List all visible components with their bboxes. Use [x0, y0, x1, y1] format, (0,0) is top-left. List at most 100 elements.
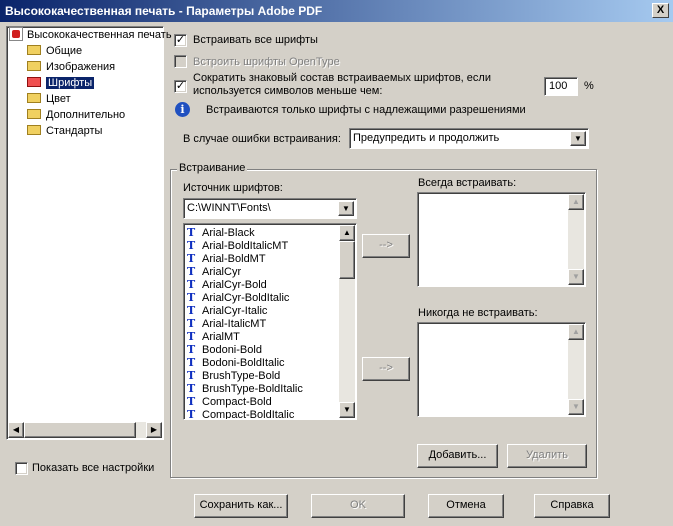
embed-all-label: Встраивать все шрифты	[193, 34, 318, 46]
tree-item-standards[interactable]: Стандарты	[27, 123, 102, 139]
tree-root[interactable]: Высококачественная печать	[9, 27, 172, 43]
font-list-item[interactable]: T ArialCyr	[187, 265, 241, 278]
add-to-never-button[interactable]: -->	[362, 357, 410, 381]
add-to-always-button[interactable]: -->	[362, 234, 410, 258]
font-list-item[interactable]: T Compact-BoldItalic	[187, 408, 294, 419]
tree-root-label: Высококачественная печать	[27, 29, 172, 41]
font-list-item[interactable]: T Arial-Black	[187, 226, 255, 239]
tree-item-general[interactable]: Общие	[27, 43, 82, 59]
info-icon: i	[175, 102, 190, 117]
chevron-down-icon[interactable]: ▼	[570, 131, 586, 146]
truetype-font-icon: T	[187, 226, 196, 239]
scroll-up-icon[interactable]: ▲	[339, 225, 355, 241]
on-fail-select[interactable]: Предупредить и продолжить ▼	[349, 128, 589, 149]
truetype-font-icon: T	[187, 382, 196, 395]
font-source-select[interactable]: C:\WINNT\Fonts\ ▼	[183, 198, 357, 219]
truetype-font-icon: T	[187, 343, 196, 356]
subset-label-line2: используется символов меньше чем:	[193, 85, 383, 97]
tree-item-color[interactable]: Цвет	[27, 91, 71, 107]
settings-tree[interactable]: Высококачественная печать Общие Изображе…	[6, 26, 172, 440]
truetype-font-icon: T	[187, 252, 196, 265]
truetype-font-icon: T	[187, 408, 196, 419]
scroll-down-icon[interactable]: ▼	[339, 402, 355, 418]
font-name: BrushType-BoldItalic	[202, 383, 303, 395]
scroll-thumb[interactable]	[24, 422, 136, 438]
truetype-font-icon: T	[187, 239, 196, 252]
font-source-label: Источник шрифтов:	[183, 182, 283, 194]
save-as-button[interactable]: Сохранить как...	[194, 494, 288, 518]
font-list-item[interactable]: T Arial-BoldMT	[187, 252, 266, 265]
cancel-button[interactable]: Отмена	[428, 494, 504, 518]
never-embed-list[interactable]: ▲ ▼	[417, 322, 586, 417]
on-fail-label: В случае ошибки встраивания:	[183, 133, 341, 145]
ok-button[interactable]: OK	[311, 494, 405, 518]
tree-item-advanced[interactable]: Дополнительно	[27, 107, 125, 123]
font-name: Arial-BoldItalicMT	[202, 240, 289, 252]
subset-percent-value: 100	[549, 80, 568, 92]
tree-item-label: Стандарты	[46, 125, 103, 137]
subset-checkbox[interactable]: ✓	[174, 80, 187, 93]
font-list[interactable]: T Arial-Black T Arial-BoldItalicMT T Arial-Bo…	[183, 223, 357, 420]
font-list-item[interactable]: T ArialCyr-Bold	[187, 278, 267, 291]
font-name: Compact-Bold	[202, 396, 272, 408]
scroll-thumb[interactable]	[339, 241, 355, 279]
font-list-item[interactable]: T BrushType-BoldItalic	[187, 382, 303, 395]
font-list-item[interactable]: T ArialMT	[187, 330, 240, 343]
font-list-item[interactable]: T Arial-ItalicMT	[187, 317, 266, 330]
tree-hscrollbar[interactable]: ◀ ▶	[8, 422, 162, 438]
truetype-font-icon: T	[187, 369, 196, 382]
font-name: ArialMT	[202, 331, 240, 343]
scroll-up-icon[interactable]: ▲	[568, 324, 584, 340]
font-name: Compact-BoldItalic	[202, 409, 295, 419]
never-list-vscrollbar[interactable]: ▲ ▼	[568, 324, 584, 415]
help-button[interactable]: Справка	[534, 494, 610, 518]
show-all-checkbox[interactable]	[15, 462, 28, 475]
subset-label-line1: Сократить знаковый состав встраиваемых ш…	[193, 72, 491, 84]
truetype-font-icon: T	[187, 395, 196, 408]
tree-item-images[interactable]: Изображения	[27, 59, 115, 75]
font-name: Arial-Black	[202, 227, 255, 239]
font-list-item[interactable]: T Bodoni-Bold	[187, 343, 262, 356]
truetype-font-icon: T	[187, 278, 196, 291]
font-list-item[interactable]: T ArialCyr-Italic	[187, 304, 267, 317]
on-fail-value: Предупредить и продолжить	[353, 132, 500, 144]
font-name: ArialCyr-BoldItalic	[202, 292, 290, 304]
embedding-group-title: Встраивание	[177, 162, 248, 174]
tree-item-label: Дополнительно	[46, 109, 126, 121]
embed-opentype-checkbox[interactable]	[174, 55, 187, 68]
embed-all-checkbox[interactable]: ✓	[174, 34, 187, 47]
folder-icon	[27, 125, 41, 135]
tree-item-label: Цвет	[46, 93, 71, 105]
font-list-item[interactable]: T Compact-Bold	[187, 395, 272, 408]
font-list-vscrollbar[interactable]: ▲ ▼	[339, 225, 355, 418]
font-list-item[interactable]: T Bodoni-BoldItalic	[187, 356, 285, 369]
scroll-down-icon[interactable]: ▼	[568, 399, 584, 415]
folder-icon	[27, 61, 41, 71]
truetype-font-icon: T	[187, 356, 196, 369]
always-embed-list[interactable]: ▲ ▼	[417, 192, 586, 287]
scroll-right-icon[interactable]: ▶	[146, 422, 162, 438]
font-list-item[interactable]: T BrushType-Bold	[187, 369, 280, 382]
truetype-font-icon: T	[187, 330, 196, 343]
tree-item-fonts[interactable]: Шрифты	[27, 75, 95, 91]
font-list-item[interactable]: T Arial-BoldItalicMT	[187, 239, 288, 252]
font-list-item[interactable]: T ArialCyr-BoldItalic	[187, 291, 289, 304]
scroll-down-icon[interactable]: ▼	[568, 269, 584, 285]
folder-icon	[27, 93, 41, 103]
tree-item-label: Изображения	[46, 61, 116, 73]
remove-font-button[interactable]: Удалить	[507, 444, 587, 468]
font-name: ArialCyr	[202, 266, 242, 278]
add-font-button[interactable]: Добавить...	[417, 444, 498, 468]
scroll-up-icon[interactable]: ▲	[568, 194, 584, 210]
scroll-left-icon[interactable]: ◀	[8, 422, 24, 438]
close-button[interactable]: X	[652, 3, 669, 18]
font-name: Bodoni-Bold	[202, 344, 262, 356]
window-title: Высококачественная печать - Параметры Ad…	[5, 4, 323, 18]
font-name: Arial-ItalicMT	[202, 318, 267, 330]
subset-percent-input[interactable]: 100	[544, 77, 578, 96]
chevron-down-icon[interactable]: ▼	[338, 201, 354, 216]
embed-opentype-label: Встроить шрифты OpenType	[193, 56, 340, 68]
font-list-items: T Arial-Black T Arial-BoldItalicMT T Arial-Bo…	[184, 224, 338, 419]
percent-sign: %	[584, 80, 594, 92]
always-list-vscrollbar[interactable]: ▲ ▼	[568, 194, 584, 285]
